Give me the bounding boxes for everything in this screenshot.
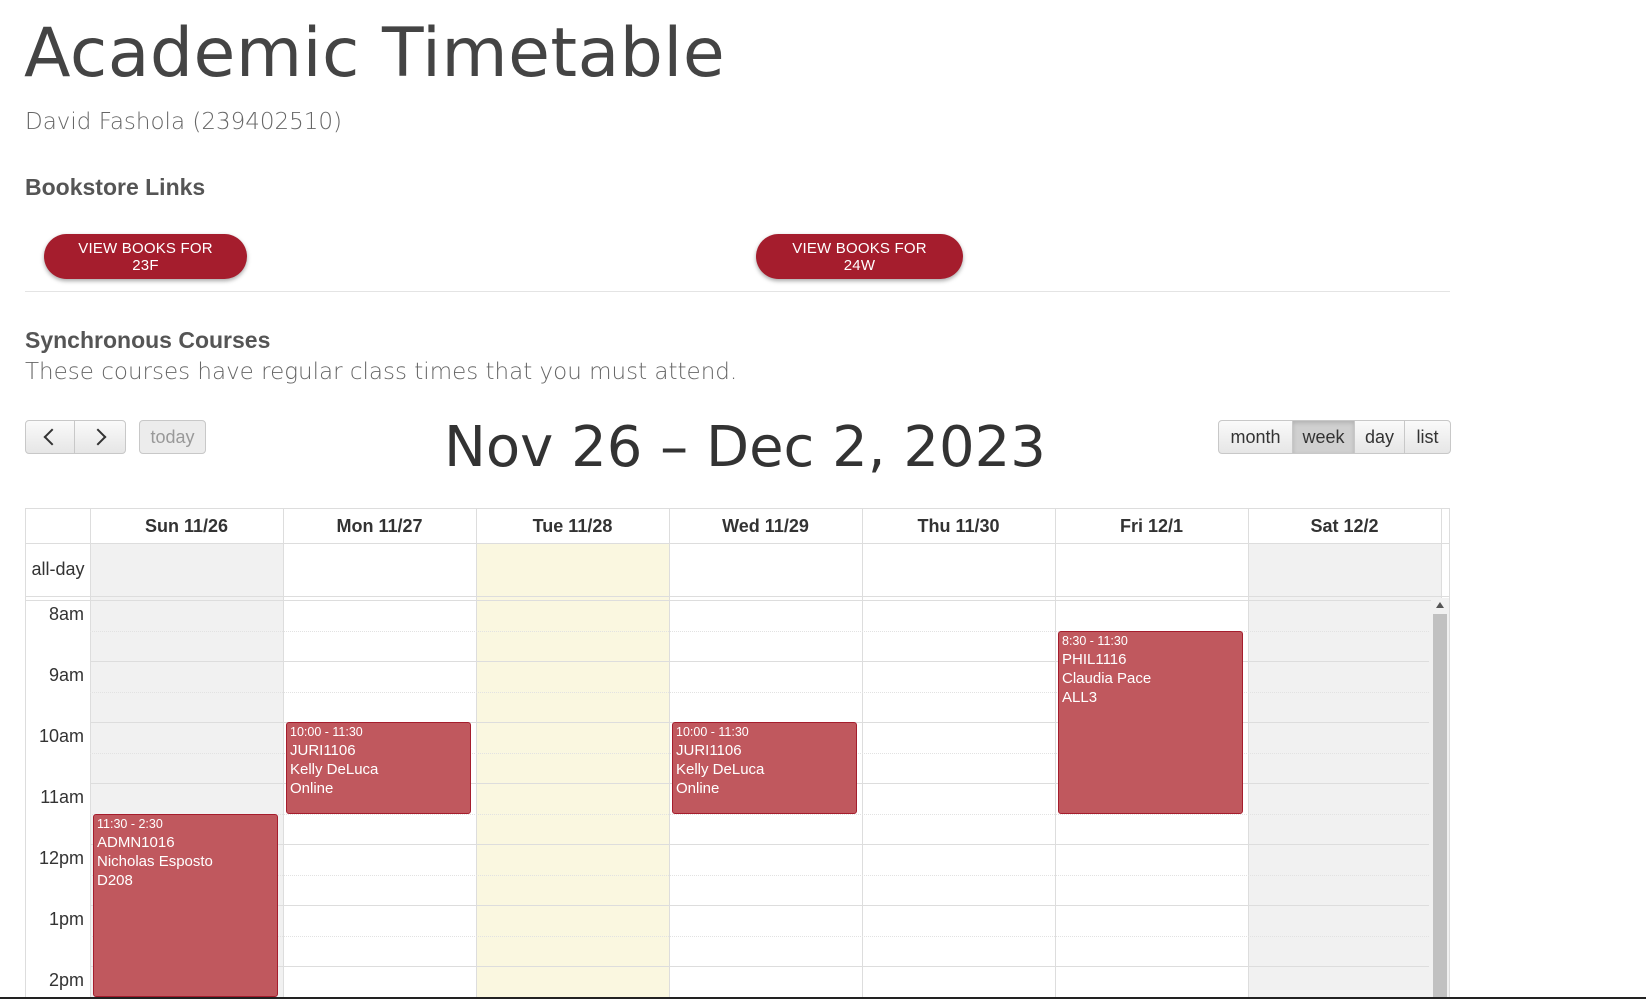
event-course: PHIL1116 [1062,650,1127,668]
grid-line [862,509,863,998]
event-course: ADMN1016 [97,833,175,851]
day-header: Thu 11/30 [917,515,1000,536]
view-books-24w-button[interactable]: VIEW BOOKS FOR 24W [756,234,963,279]
event-time: 8:30 - 11:30 [1062,633,1128,648]
view-books-23f-button[interactable]: VIEW BOOKS FOR 23F [44,234,247,279]
today-button[interactable]: today [139,420,206,454]
event-time: 10:00 - 11:30 [290,725,363,739]
event-location: ALL3 [1062,688,1098,706]
time-label: 9am [48,665,84,685]
day-header: Fri 12/1 [1119,515,1184,536]
event-location: Online [676,780,720,797]
scrollbar[interactable] [1431,598,1449,998]
grid-line [1248,509,1249,998]
course-event[interactable]: 10:00 - 11:30 JURI1106 Kelly DeLuca Online [672,722,857,814]
time-label: 10am [38,726,84,746]
event-time: 10:00 - 11:30 [676,725,749,739]
week-calendar: Sun 11/26 Mon 11/27 Tue 11/28 Wed 11/29 Thu … [25,508,1450,999]
grid-line [90,509,91,998]
grid-line [476,509,477,998]
month-view-button[interactable]: month [1218,420,1293,454]
event-course: JURI1106 [290,742,356,759]
sync-courses-heading: Synchronous Courses [25,327,271,353]
scrollbar-thumb[interactable] [1433,614,1447,998]
half-hour-line [90,813,1429,815]
time-label: 1pm [48,909,84,929]
day-header: Sat 12/2 [1310,515,1379,536]
day-header: Tue 11/28 [532,515,613,536]
weekend-column [1248,543,1441,998]
date-range-title: Nov 26 – Dec 2, 2023 [444,415,1046,480]
half-hour-line [90,874,1429,876]
hour-line [90,844,1429,845]
event-instructor: Kelly DeLuca [290,761,379,778]
grid-line [26,596,1449,597]
list-view-button[interactable]: list [1404,420,1451,454]
time-label: 11am [40,787,84,807]
grid-line [669,509,670,998]
day-header: Wed 11/29 [722,515,809,536]
event-location: D208 [97,871,133,889]
grid-line [26,600,1449,601]
event-time: 11:30 - 2:30 [97,816,163,831]
day-header: Mon 11/27 [336,515,423,536]
bookstore-heading: Bookstore Links [25,174,206,200]
time-label: 2pm [48,970,84,990]
chevron-left-icon [43,428,61,446]
prev-button[interactable] [25,420,75,454]
page-title: Academic Timetable [24,14,726,93]
event-instructor: Claudia Pace [1062,669,1152,687]
sync-courses-description: These courses have regular class times t… [25,359,738,385]
time-label: 8am [48,604,84,624]
hour-line [90,966,1429,967]
event-location: Online [290,780,334,797]
half-hour-line [90,935,1429,937]
event-course: JURI1106 [676,742,742,759]
day-header: Sun 11/26 [144,515,229,536]
week-view-button[interactable]: week [1292,420,1355,454]
chevron-right-icon [89,428,107,446]
course-event[interactable]: 10:00 - 11:30 JURI1106 Kelly DeLuca Online [286,722,471,814]
time-label: 12pm [38,848,84,868]
next-button[interactable] [74,420,126,454]
divider [25,291,1450,292]
course-event[interactable]: 8:30 - 11:30 PHIL1116 Claudia Pace ALL3 [1058,630,1243,814]
hour-line [90,905,1429,906]
grid-line [283,509,284,998]
today-column [476,543,669,998]
grid-line [1055,509,1056,998]
all-day-label: all-day [31,559,85,579]
student-name: David Fashola (239402510) [25,109,343,135]
event-instructor: Kelly DeLuca [676,761,765,778]
event-instructor: Nicholas Esposto [97,852,213,870]
day-view-button[interactable]: day [1354,420,1405,454]
grid-line [26,543,1449,544]
course-event[interactable]: 11:30 - 2:30 ADMN1016 Nicholas Esposto D208 [93,813,278,997]
scroll-up-arrow-icon[interactable] [1436,602,1444,608]
